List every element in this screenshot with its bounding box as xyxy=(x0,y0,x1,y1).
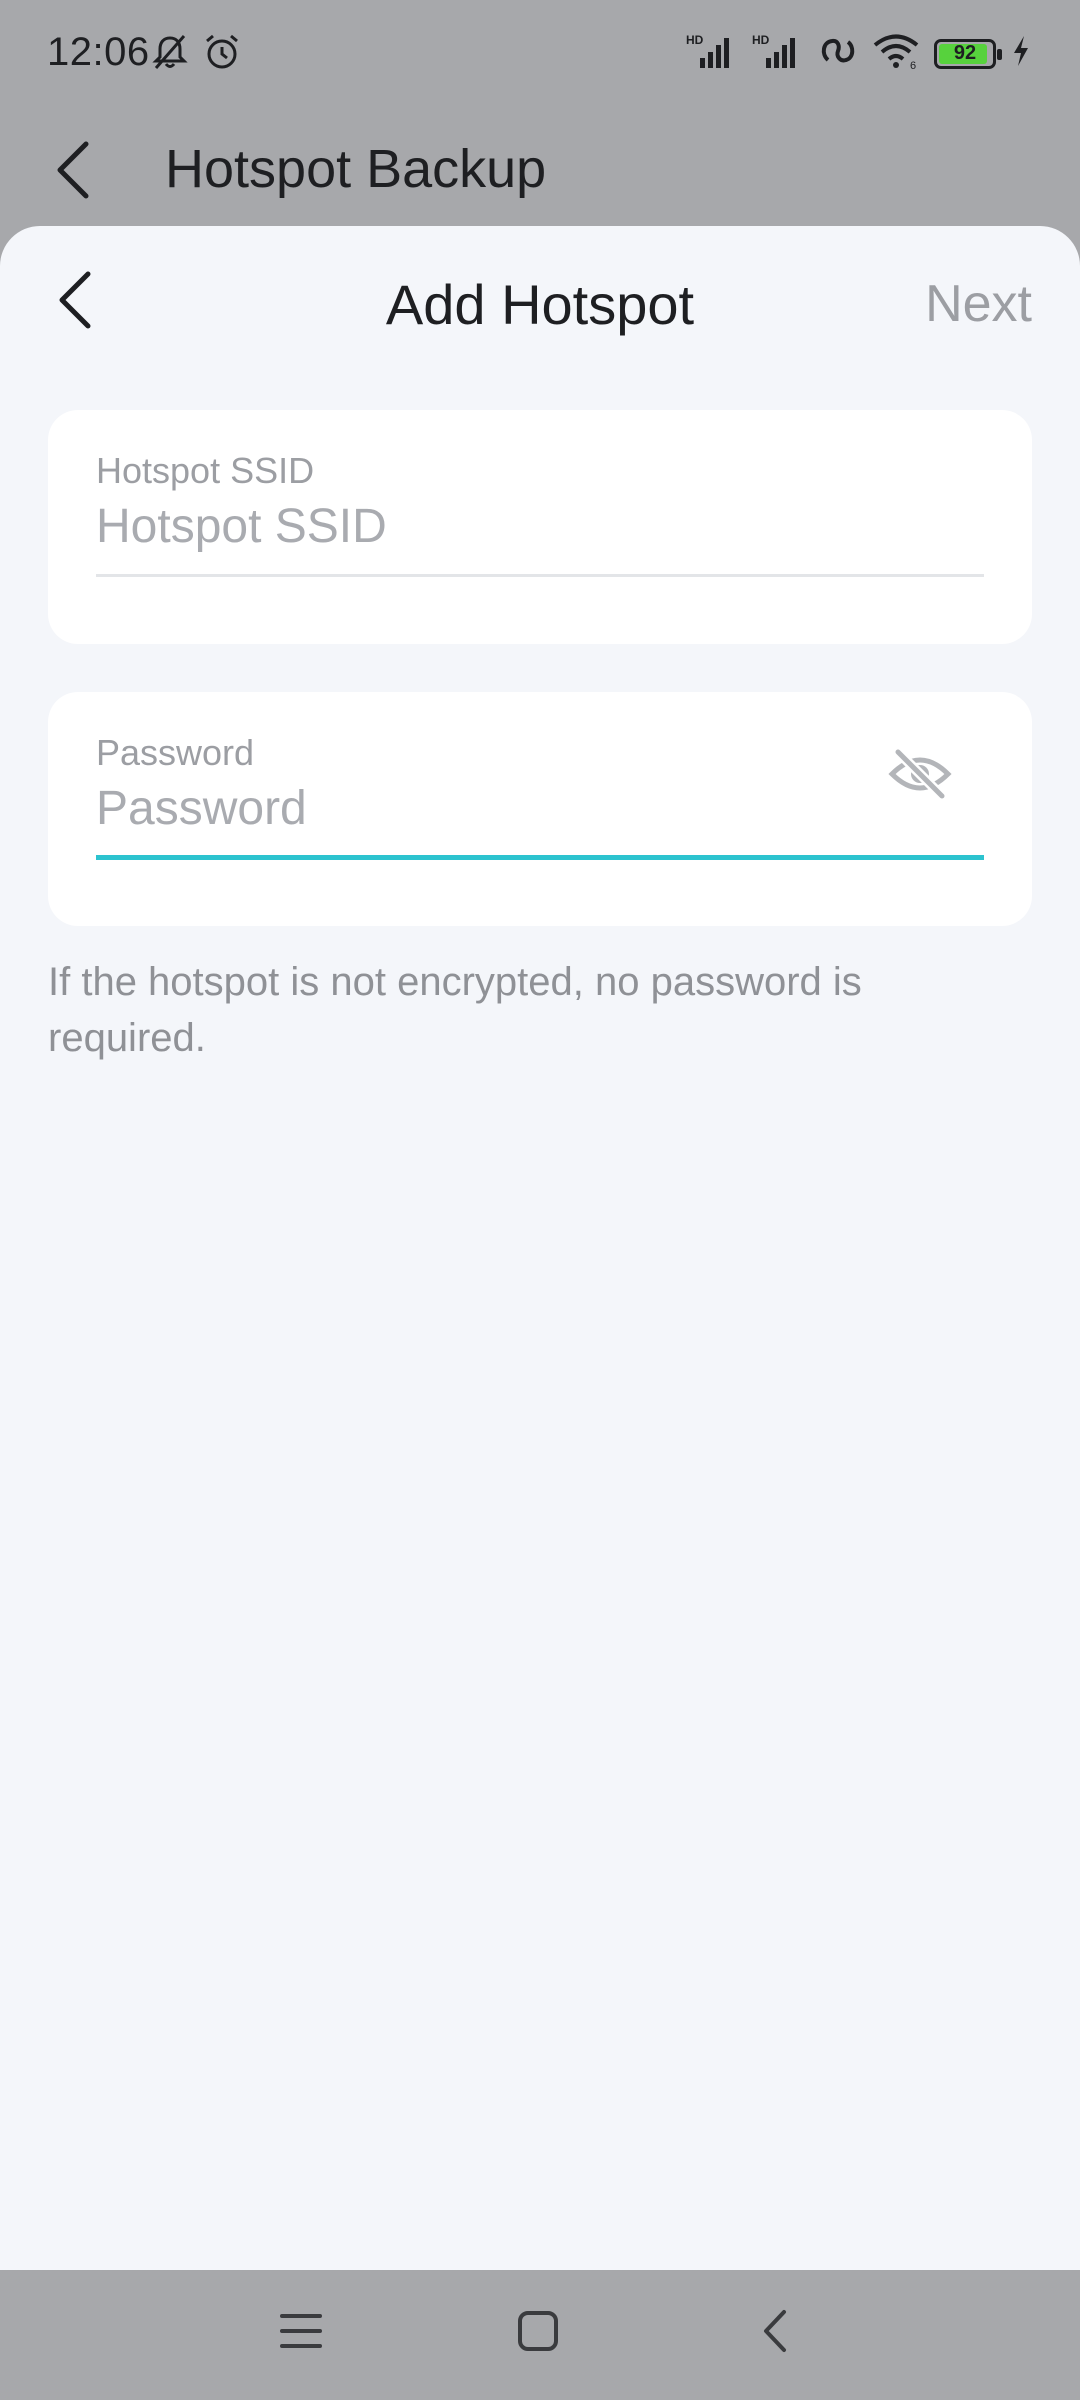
status-right-icons: HD HD 6 92 xyxy=(686,32,1032,75)
ssid-card: Hotspot SSID xyxy=(48,410,1032,644)
status-time: 12:06 xyxy=(47,30,150,74)
system-nav-bar xyxy=(0,2270,1080,2400)
ssid-label: Hotspot SSID xyxy=(96,450,315,491)
background-screen-title: Hotspot Backup xyxy=(165,139,547,199)
svg-text:HD: HD xyxy=(686,33,704,47)
svg-text:HD: HD xyxy=(752,33,770,47)
ssid-underline xyxy=(96,574,984,577)
password-hint: If the hotspot is not encrypted, no pass… xyxy=(48,960,862,1060)
password-underline xyxy=(96,855,984,860)
charging-icon xyxy=(1010,34,1032,73)
password-card: Password xyxy=(48,692,1032,926)
add-hotspot-sheet: Add Hotspot Next Hotspot SSID Password I… xyxy=(0,226,1080,2270)
back-chevron-icon[interactable] xyxy=(754,2308,800,2359)
password-label: Password xyxy=(96,732,255,773)
hd-signal-icon: HD xyxy=(686,32,738,75)
status-bar: 12:06 HD HD 6 92 xyxy=(0,0,1080,110)
eye-off-icon[interactable] xyxy=(888,746,952,807)
battery-level: 92 xyxy=(953,42,977,64)
wifi-icon: 6 xyxy=(872,32,920,75)
ssid-input[interactable] xyxy=(96,494,896,558)
status-left-icons xyxy=(150,32,242,77)
back-arrow-icon[interactable] xyxy=(50,140,94,205)
alarm-icon xyxy=(202,32,242,77)
bell-off-icon xyxy=(150,32,190,77)
hd-signal-icon: HD xyxy=(752,32,804,75)
next-button[interactable]: Next xyxy=(925,274,1032,334)
password-input[interactable] xyxy=(96,776,896,840)
sheet-header: Add Hotspot Next xyxy=(0,226,1080,386)
background-screen-header: Hotspot Backup xyxy=(0,110,1080,230)
battery-cap xyxy=(997,48,1002,60)
battery-icon: 92 xyxy=(934,38,1002,69)
home-square-icon[interactable] xyxy=(515,2308,561,2359)
menu-icon[interactable] xyxy=(278,2308,324,2359)
sheet-title: Add Hotspot xyxy=(385,273,695,336)
hotspot-link-icon xyxy=(818,32,858,75)
svg-text:6: 6 xyxy=(910,60,916,70)
